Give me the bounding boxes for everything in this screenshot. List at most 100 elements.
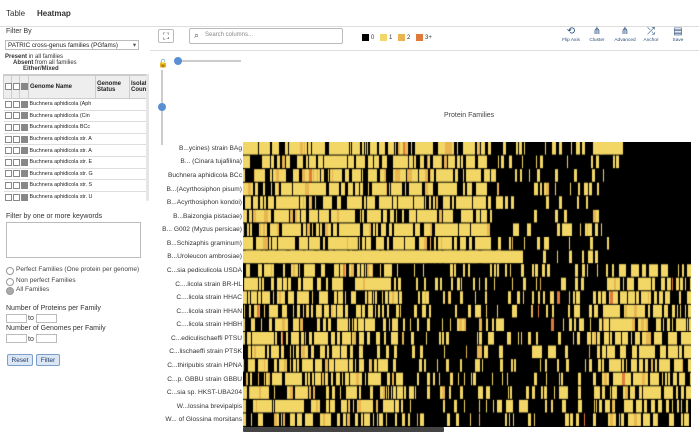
either-checkbox[interactable]	[19, 110, 29, 123]
either-checkbox[interactable]	[19, 144, 29, 157]
proteins-max-input[interactable]	[36, 314, 57, 323]
heatmap-row-label[interactable]: C....licola strain HHAC	[176, 294, 242, 301]
cluster-button[interactable]: ⋔ Cluster	[586, 26, 608, 43]
advanced-button[interactable]: ⋔ Advanced	[612, 26, 638, 43]
either-checkbox[interactable]	[19, 121, 29, 134]
col-genome-name[interactable]: Genome Name	[28, 75, 96, 99]
either-checkbox[interactable]	[19, 179, 29, 192]
heatmap-row-label[interactable]: C....licola strain HHAN	[176, 308, 242, 315]
absent-checkbox[interactable]	[11, 168, 20, 181]
heatmap-row-label[interactable]: B...(Acyrthosiphon pisum)	[167, 186, 243, 193]
legend-label-1: 1	[389, 35, 393, 41]
absent-checkbox[interactable]	[11, 121, 20, 134]
genomes-min-input[interactable]	[6, 334, 27, 343]
radio-perfect[interactable]	[6, 267, 14, 275]
present-checkbox[interactable]	[3, 156, 12, 169]
table-row[interactable]: Buchnera aphidicola BCc	[3, 121, 149, 134]
family-type-select[interactable]: PATRIC cross-genus families (PGfams) ▾	[5, 40, 139, 50]
table-row[interactable]: Buchnera aphidicola str. G	[3, 168, 149, 181]
table-row[interactable]: Buchnera aphidicola str. E	[3, 156, 149, 169]
table-row[interactable]: Buchnera aphidicola str. A	[3, 144, 149, 157]
heatmap-row-label[interactable]: C...p. GBBU strain GBBU	[167, 376, 242, 383]
either-checkbox[interactable]	[19, 191, 29, 202]
header-present-checkbox[interactable]	[3, 75, 12, 99]
reset-button[interactable]: Reset	[7, 354, 33, 366]
absent-checkbox[interactable]	[11, 191, 20, 202]
header-either-checkbox[interactable]	[19, 75, 29, 99]
absent-checkbox[interactable]	[11, 144, 20, 157]
present-checkbox[interactable]	[3, 110, 12, 123]
flip-axis-button[interactable]: ⟲ Flip Axis	[560, 26, 582, 43]
search-placeholder: Search columns...	[205, 32, 254, 38]
proteins-min-input[interactable]	[6, 314, 27, 323]
lock-icon[interactable]: 🔓	[158, 59, 168, 68]
either-checkbox[interactable]	[19, 168, 29, 181]
heatmap-canvas[interactable]	[243, 142, 691, 427]
genomes-max-input[interactable]	[36, 334, 57, 343]
fullscreen-icon[interactable]: ⛶	[158, 29, 174, 43]
heatmap-row-label[interactable]: B... (Cinara tujafilina)	[180, 158, 242, 165]
present-checkbox[interactable]	[3, 179, 12, 192]
heatmap-row-label[interactable]: C...sia sp. HKST-UBA204	[167, 389, 242, 396]
present-checkbox[interactable]	[3, 133, 12, 146]
heatmap-row-label[interactable]: C...sia pediculicola USDA	[167, 267, 242, 274]
present-checkbox[interactable]	[3, 121, 12, 134]
heatmap-row-label[interactable]: B...ycines) strain BAg	[179, 145, 242, 152]
either-checkbox[interactable]	[19, 133, 29, 146]
radio-all[interactable]	[6, 287, 14, 295]
grid-scrollbar[interactable]	[146, 74, 149, 201]
table-row[interactable]: Buchnera aphidicola (Aph	[3, 98, 149, 111]
col-genome-status[interactable]: Genome Status	[95, 75, 130, 99]
absent-checkbox[interactable]	[11, 156, 20, 169]
header-absent-checkbox[interactable]	[11, 75, 20, 99]
present-checkbox[interactable]	[3, 168, 12, 181]
absent-checkbox[interactable]	[11, 110, 20, 123]
genomes-label: Number of Genomes per Family	[6, 325, 106, 332]
absent-checkbox[interactable]	[11, 133, 20, 146]
present-checkbox[interactable]	[3, 191, 12, 202]
genome-status-cell	[95, 144, 130, 157]
legend-label-0: 0	[371, 35, 375, 41]
tab-bar: Table Heatmap	[0, 0, 699, 27]
search-input[interactable]: ⌕ Search columns...	[189, 28, 343, 44]
heatmap-row-label[interactable]: B...Schizaphis graminum)	[167, 240, 242, 247]
either-checkbox[interactable]	[19, 156, 29, 169]
radio-non-perfect[interactable]	[6, 278, 14, 286]
heatmap-row-label[interactable]: B... G002 (Myzus persicae)	[162, 226, 242, 233]
heatmap-row-label[interactable]: W...lossina brevipalpis	[177, 403, 242, 410]
heatmap-row-label[interactable]: C...lischaeffi strain PTSK	[169, 348, 242, 355]
present-checkbox[interactable]	[3, 144, 12, 157]
table-row[interactable]: Buchnera aphidicola str. U	[3, 191, 149, 202]
present-checkbox[interactable]	[3, 98, 12, 111]
heatmap-row-label[interactable]: B...Acyrthosiphon kondoi)	[167, 199, 242, 206]
absent-checkbox[interactable]	[11, 179, 20, 192]
advanced-label: Advanced	[614, 38, 636, 43]
tab-heatmap[interactable]: Heatmap	[37, 9, 71, 18]
filter-button[interactable]: Filter	[36, 354, 60, 366]
heatmap-row-label[interactable]: W... of Glossina morsitans	[165, 416, 242, 423]
heatmap-row-label[interactable]: C....licola strain BR-HL	[175, 281, 242, 288]
heatmap-row-label[interactable]: C....licola strain HHBH	[176, 321, 242, 328]
anchor-button[interactable]: ⤮ Anchor	[640, 26, 662, 43]
horizontal-zoom-slider[interactable]	[174, 57, 182, 65]
absent-checkbox[interactable]	[11, 98, 20, 111]
legend-label-3: 3+	[425, 35, 432, 41]
heatmap-row-label[interactable]: B...Uroleucon ambrosiae)	[167, 253, 242, 260]
heatmap-horizontal-scrollbar[interactable]	[243, 427, 444, 432]
heatmap-row-label[interactable]: C...ediculischaeffi PTSU	[171, 335, 242, 342]
family-type-value: PATRIC cross-genus families (PGfams)	[8, 42, 118, 49]
table-row[interactable]: Buchnera aphidicola str. A	[3, 133, 149, 146]
heatmap-row-label[interactable]: B...Baizongia pistaciae)	[173, 213, 242, 220]
table-row[interactable]: Buchnera aphidicola str. S	[3, 179, 149, 192]
genome-name-cell: Buchnera aphidicola str. S	[28, 179, 96, 192]
either-checkbox[interactable]	[19, 98, 29, 111]
tab-table[interactable]: Table	[6, 9, 25, 18]
save-button[interactable]: ▤ Save	[667, 26, 689, 43]
heatmap-row-label[interactable]: C...thiripubis strain HPNA	[167, 362, 242, 369]
keywords-input[interactable]	[6, 222, 141, 258]
cluster-icon: ⋔	[592, 26, 602, 37]
advanced-cluster-icon: ⋔	[620, 26, 630, 37]
table-row[interactable]: Buchnera aphidicola (Cin	[3, 110, 149, 123]
vertical-zoom-slider[interactable]	[158, 103, 166, 111]
heatmap-row-label[interactable]: Buchnera aphidicola BCc	[168, 172, 242, 179]
